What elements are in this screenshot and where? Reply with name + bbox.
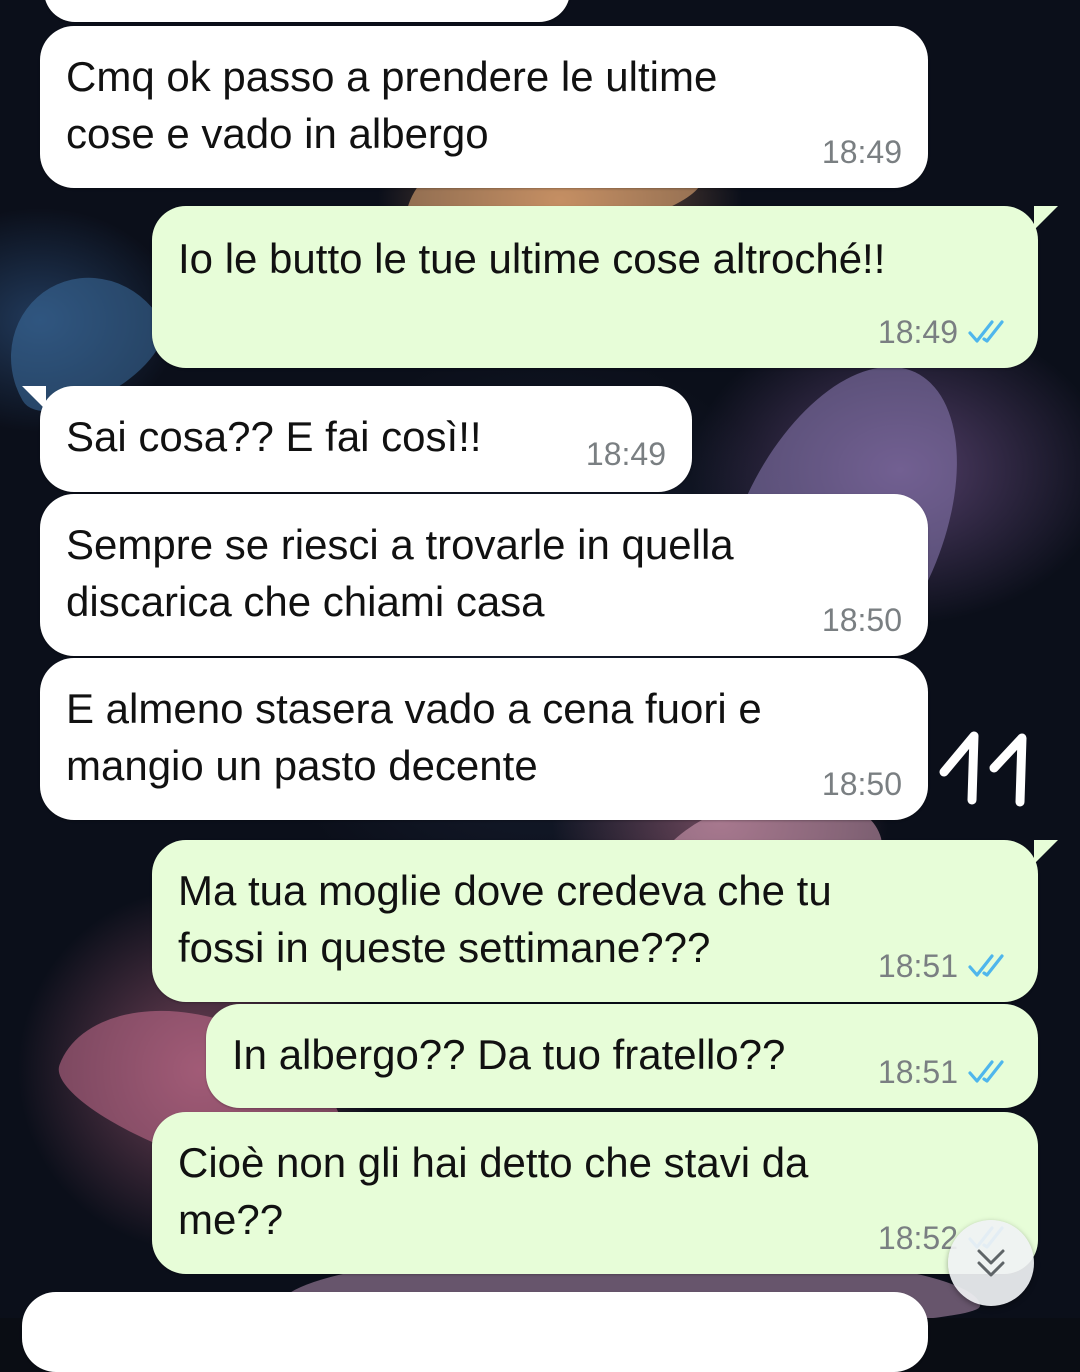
message-text: Io le butto le tue ultime cose altroché!… <box>178 235 886 282</box>
message-bubble-incoming[interactable]: Sai cosa?? E fai così!! 18:49 <box>22 386 692 492</box>
message-bubble-outgoing[interactable]: Io le butto le tue ultime cose altroché!… <box>152 206 1058 368</box>
message-time: 18:51 <box>877 1054 958 1090</box>
message-bubble-incoming[interactable]: Cmq ok passo a prendere le ultime cose e… <box>40 26 928 188</box>
message-meta: 18:50 <box>822 764 902 804</box>
double-check-icon <box>968 954 1004 977</box>
double-check-icon <box>968 320 1004 343</box>
message-bubble-outgoing[interactable]: Cioè non gli hai detto che stavi da me??… <box>152 1112 1038 1274</box>
message-bubble-incoming[interactable]: E almeno stasera vado a cena fuori e man… <box>40 658 928 820</box>
message-text: Sempre se riesci a trovarle in quella di… <box>66 521 734 625</box>
message-time: 18:50 <box>821 766 902 802</box>
message-time: 18:50 <box>821 602 902 638</box>
message-meta: 18:51 <box>878 946 1012 986</box>
message-meta: 18:49 <box>878 312 1012 352</box>
message-time: 18:49 <box>877 314 958 350</box>
message-text: Sai cosa?? E fai così!! <box>66 413 482 460</box>
message-meta: 18:49 <box>822 132 902 172</box>
scroll-to-bottom-button[interactable] <box>948 1220 1034 1306</box>
message-meta: 18:49 <box>586 434 666 474</box>
message-text: Cmq ok passo a prendere le ultime cose e… <box>66 53 718 157</box>
message-bubble-partial-top[interactable] <box>44 0 570 22</box>
message-bubble-outgoing[interactable]: In albergo?? Da tuo fratello?? 18:51 <box>206 1004 1038 1108</box>
message-time: 18:49 <box>585 436 666 472</box>
message-bubble-outgoing[interactable]: Ma tua moglie dove credeva che tu fossi … <box>152 840 1058 1002</box>
message-text: E almeno stasera vado a cena fuori e man… <box>66 685 762 789</box>
message-time: 18:49 <box>821 134 902 170</box>
message-meta: 18:51 <box>878 1052 1012 1092</box>
message-bubble-incoming[interactable]: Sempre se riesci a trovarle in quella di… <box>40 494 928 656</box>
message-bubble-partial-bottom[interactable] <box>22 1292 928 1372</box>
double-chevron-down-icon <box>977 1249 1005 1277</box>
double-check-icon <box>968 1060 1004 1083</box>
message-time: 18:51 <box>877 948 958 984</box>
message-meta: 18:50 <box>822 600 902 640</box>
message-time: 18:52 <box>877 1220 958 1256</box>
handwritten-annotation: 11 <box>939 731 1027 807</box>
